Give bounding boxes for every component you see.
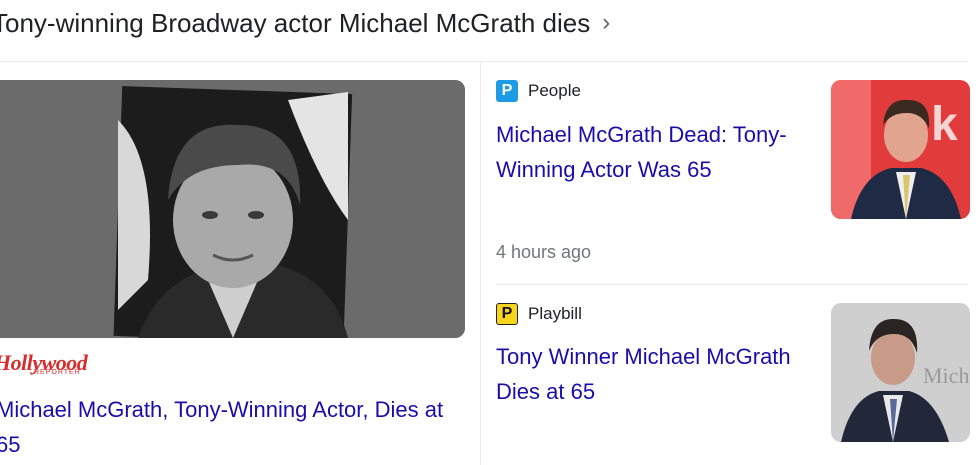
main-story-image[interactable]	[0, 80, 465, 338]
story-title-link[interactable]: Michael McGrath Dead: Tony-Winning Actor…	[496, 117, 806, 187]
story-timestamp: 4 hours ago	[496, 242, 592, 262]
topic-header[interactable]: Tony-winning Broadway actor Michael McGr…	[0, 4, 610, 42]
playbill-logo-icon: P	[496, 303, 518, 325]
main-story-title-link[interactable]: Michael McGrath, Tony-Winning Actor, Die…	[0, 392, 466, 462]
story-thumbnail[interactable]: Mich	[831, 303, 970, 442]
source-name: People	[528, 81, 581, 100]
source-name: Playbill	[528, 304, 582, 323]
portrait-photo-icon	[0, 80, 465, 338]
logo-subtext: REPORTER	[34, 369, 81, 376]
story-divider	[496, 284, 968, 285]
chevron-right-icon: ›	[602, 9, 611, 36]
topic-title: Tony-winning Broadway actor Michael McGr…	[0, 7, 591, 38]
hollywood-reporter-logo: Hollywood REPORTER	[0, 350, 88, 376]
people-source: P People	[496, 80, 581, 102]
playbill-source: P Playbill	[496, 303, 582, 325]
header-divider	[0, 61, 968, 62]
column-divider	[480, 62, 481, 465]
svg-text:k: k	[931, 98, 958, 151]
story-title-link[interactable]: Tony Winner Michael McGrath Dies at 65	[496, 339, 806, 409]
story-thumbnail[interactable]: k	[831, 80, 970, 219]
people-logo-icon: P	[496, 80, 518, 102]
portrait-photo-icon: Mich	[831, 303, 970, 442]
portrait-photo-icon: k	[831, 80, 970, 219]
svg-text:Mich: Mich	[923, 363, 969, 388]
